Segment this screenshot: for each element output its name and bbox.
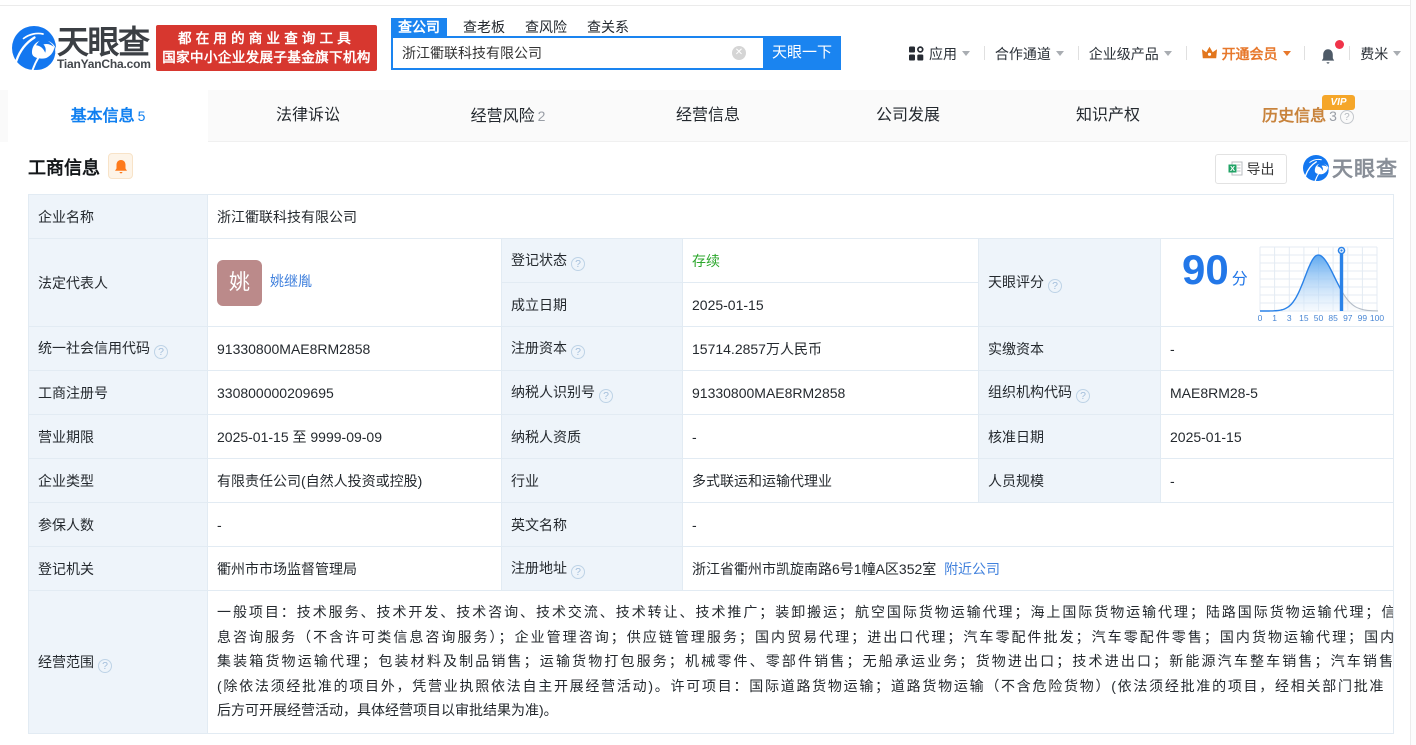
svg-text:3: 3 <box>1287 313 1292 323</box>
svg-text:99: 99 <box>1358 313 1368 323</box>
svg-text:15: 15 <box>1299 313 1309 323</box>
svg-text:0: 0 <box>1258 313 1263 323</box>
svg-text:X: X <box>1229 164 1234 173</box>
svg-text:1: 1 <box>1272 313 1277 323</box>
svg-text:97: 97 <box>1343 313 1353 323</box>
svg-text:85: 85 <box>1328 313 1338 323</box>
svg-text:100: 100 <box>1370 313 1384 323</box>
svg-text:50: 50 <box>1314 313 1324 323</box>
